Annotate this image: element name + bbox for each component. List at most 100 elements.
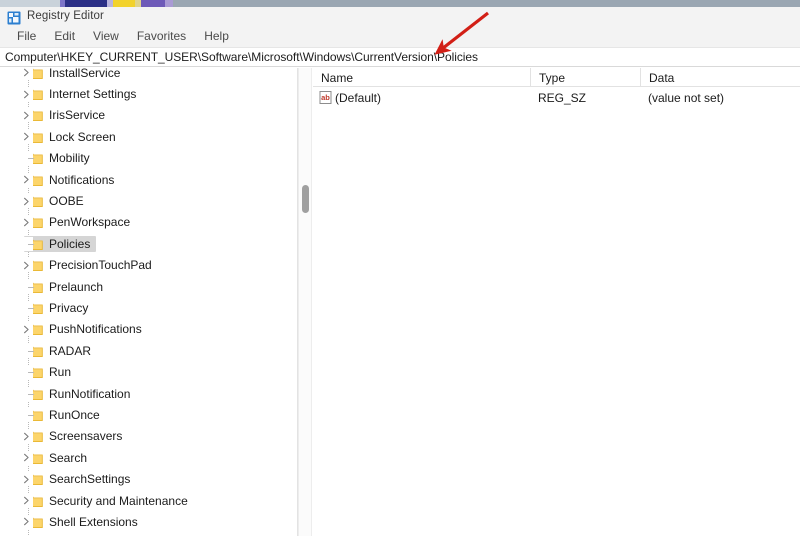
tree-item-notifications[interactable]: Notifications — [0, 169, 298, 190]
menu-item-file[interactable]: File — [8, 27, 45, 45]
menu-item-help[interactable]: Help — [195, 27, 238, 45]
tree-item-policies[interactable]: Policies — [0, 233, 298, 254]
tree-item-hit-area[interactable]: OOBE — [24, 193, 90, 209]
chevron-right-icon[interactable] — [19, 87, 33, 101]
tree-item-hit-area[interactable]: InstallService — [24, 68, 126, 81]
registry-editor-icon — [7, 11, 21, 25]
tree-scrollbar[interactable] — [298, 68, 312, 536]
chevron-right-icon[interactable] — [19, 194, 33, 208]
tree-item-label: Screensavers — [49, 429, 122, 443]
tree-item-hit-area[interactable]: Search — [24, 450, 93, 466]
tree-item-privacy[interactable]: Privacy — [0, 297, 298, 318]
tree-item-installservice[interactable]: InstallService — [0, 68, 298, 83]
tree-item-hit-area[interactable]: IrisService — [24, 107, 111, 123]
tree-item-label: Notifications — [49, 173, 114, 187]
tree-item-hit-area[interactable]: Prelaunch — [24, 279, 109, 295]
tree-item-hit-area[interactable]: Notifications — [24, 172, 120, 188]
tree-item-hit-area[interactable]: Policies — [24, 236, 96, 252]
tree-item-runnotification[interactable]: RunNotification — [0, 383, 298, 404]
tree-item-label: Security and Maintenance — [49, 494, 188, 508]
tree-item-oobe[interactable]: OOBE — [0, 190, 298, 211]
tree-item-precisiontouchpad[interactable]: PrecisionTouchPad — [0, 255, 298, 276]
tree-item-run[interactable]: Run — [0, 361, 298, 382]
registry-key-tree[interactable]: InstallService Internet Settings IrisServi… — [0, 68, 298, 536]
tree-leaf-connector — [19, 301, 33, 315]
tree-item-lock-screen[interactable]: Lock Screen — [0, 126, 298, 147]
column-header-data[interactable]: Data — [640, 68, 800, 87]
tree-item-hit-area[interactable]: Shell Extensions — [24, 514, 144, 530]
menu-item-favorites[interactable]: Favorites — [128, 27, 195, 45]
tree-item-label: PushNotifications — [49, 322, 142, 336]
tree-item-hit-area[interactable]: PenWorkspace — [24, 214, 136, 230]
tree-leaf-connector — [19, 151, 33, 165]
tree-item-label: RADAR — [49, 344, 91, 358]
tree-item-hit-area[interactable]: Screensavers — [24, 428, 128, 444]
chevron-right-icon[interactable] — [19, 173, 33, 187]
tree-item-prelaunch[interactable]: Prelaunch — [0, 276, 298, 297]
tree-item-irisservice[interactable]: IrisService — [0, 105, 298, 126]
tree-item-hit-area[interactable]: RunNotification — [24, 386, 136, 402]
chevron-right-icon[interactable] — [19, 494, 33, 508]
tree-item-shell-extensions[interactable]: Shell Extensions — [0, 511, 298, 532]
chevron-right-icon[interactable] — [19, 258, 33, 272]
tree-item-searchsettings[interactable]: SearchSettings — [0, 468, 298, 489]
tree-item-label: Run — [49, 365, 71, 379]
value-name-cell: ab (Default) — [319, 87, 530, 108]
address-bar[interactable]: Computer\HKEY_CURRENT_USER\Software\Micr… — [0, 47, 800, 67]
chevron-right-icon[interactable] — [19, 429, 33, 443]
tree-item-label: Internet Settings — [49, 87, 136, 101]
tree-item-runonce[interactable]: RunOnce — [0, 404, 298, 425]
chevron-right-icon[interactable] — [19, 130, 33, 144]
chevron-right-icon[interactable] — [19, 515, 33, 529]
tree-item-label: RunOnce — [49, 408, 100, 422]
column-header-name[interactable]: Name — [313, 68, 530, 87]
chevron-right-icon[interactable] — [19, 472, 33, 486]
menu-item-edit[interactable]: Edit — [45, 27, 84, 45]
tree-item-label: Mobility — [49, 151, 90, 165]
tree-item-label: IrisService — [49, 108, 105, 122]
menu-bar: File Edit View Favorites Help — [0, 25, 800, 47]
tree-scrollbar-thumb[interactable] — [302, 185, 309, 213]
chevron-right-icon[interactable] — [19, 451, 33, 465]
tree-item-hit-area[interactable]: Mobility — [24, 150, 96, 166]
chevron-right-icon[interactable] — [19, 108, 33, 122]
tree-item-penworkspace[interactable]: PenWorkspace — [0, 212, 298, 233]
tree-item-label: Policies — [49, 237, 90, 251]
tree-item-search[interactable]: Search — [0, 447, 298, 468]
tree-item-hit-area[interactable]: SearchSettings — [24, 471, 136, 487]
tree-item-hit-area[interactable]: Security and Maintenance — [24, 493, 194, 509]
value-row-default[interactable]: ab (Default) REG_SZ (value not set) — [313, 87, 800, 108]
tree-item-label: PenWorkspace — [49, 215, 130, 229]
svg-text:ab: ab — [321, 93, 330, 102]
registry-values-pane[interactable]: Name Type Data ab (Default) REG_SZ (valu… — [313, 68, 800, 536]
column-header-type[interactable]: Type — [530, 68, 640, 87]
tree-item-hit-area[interactable]: Privacy — [24, 300, 94, 316]
tree-item-hit-area[interactable]: RunOnce — [24, 407, 106, 423]
background-window-strip — [0, 0, 800, 7]
chevron-right-icon[interactable] — [19, 68, 33, 80]
tree-item-mobility[interactable]: Mobility — [0, 148, 298, 169]
tree-item-internet-settings[interactable]: Internet Settings — [0, 83, 298, 104]
tree-item-radar[interactable]: RADAR — [0, 340, 298, 361]
tree-item-hit-area[interactable]: RADAR — [24, 343, 97, 359]
tree-item-hit-area[interactable]: Lock Screen — [24, 129, 122, 145]
tree-leaf-connector — [19, 237, 33, 251]
registry-editor-window: Registry Editor File Edit View Favorites… — [0, 0, 800, 536]
value-data-cell: (value not set) — [648, 87, 798, 108]
tree-item-hit-area[interactable]: PrecisionTouchPad — [24, 257, 158, 273]
tree-item-label: Prelaunch — [49, 280, 103, 294]
tree-item-label: OOBE — [49, 194, 84, 208]
chevron-right-icon[interactable] — [19, 322, 33, 336]
tree-item-pushnotifications[interactable]: PushNotifications — [0, 319, 298, 340]
value-name-text: (Default) — [335, 91, 381, 105]
tree-item-hit-area[interactable]: PushNotifications — [24, 321, 148, 337]
values-column-header: Name Type Data — [313, 68, 800, 87]
tree-item-security-and-maintenance[interactable]: Security and Maintenance — [0, 490, 298, 511]
tree-item-hit-area[interactable]: Internet Settings — [24, 86, 142, 102]
menu-item-view[interactable]: View — [84, 27, 128, 45]
tree-item-signalmanager[interactable]: SignalManager — [0, 533, 298, 536]
tree-leaf-connector — [19, 387, 33, 401]
tree-item-screensavers[interactable]: Screensavers — [0, 426, 298, 447]
chevron-right-icon[interactable] — [19, 215, 33, 229]
registry-path-text: Computer\HKEY_CURRENT_USER\Software\Micr… — [0, 50, 478, 64]
